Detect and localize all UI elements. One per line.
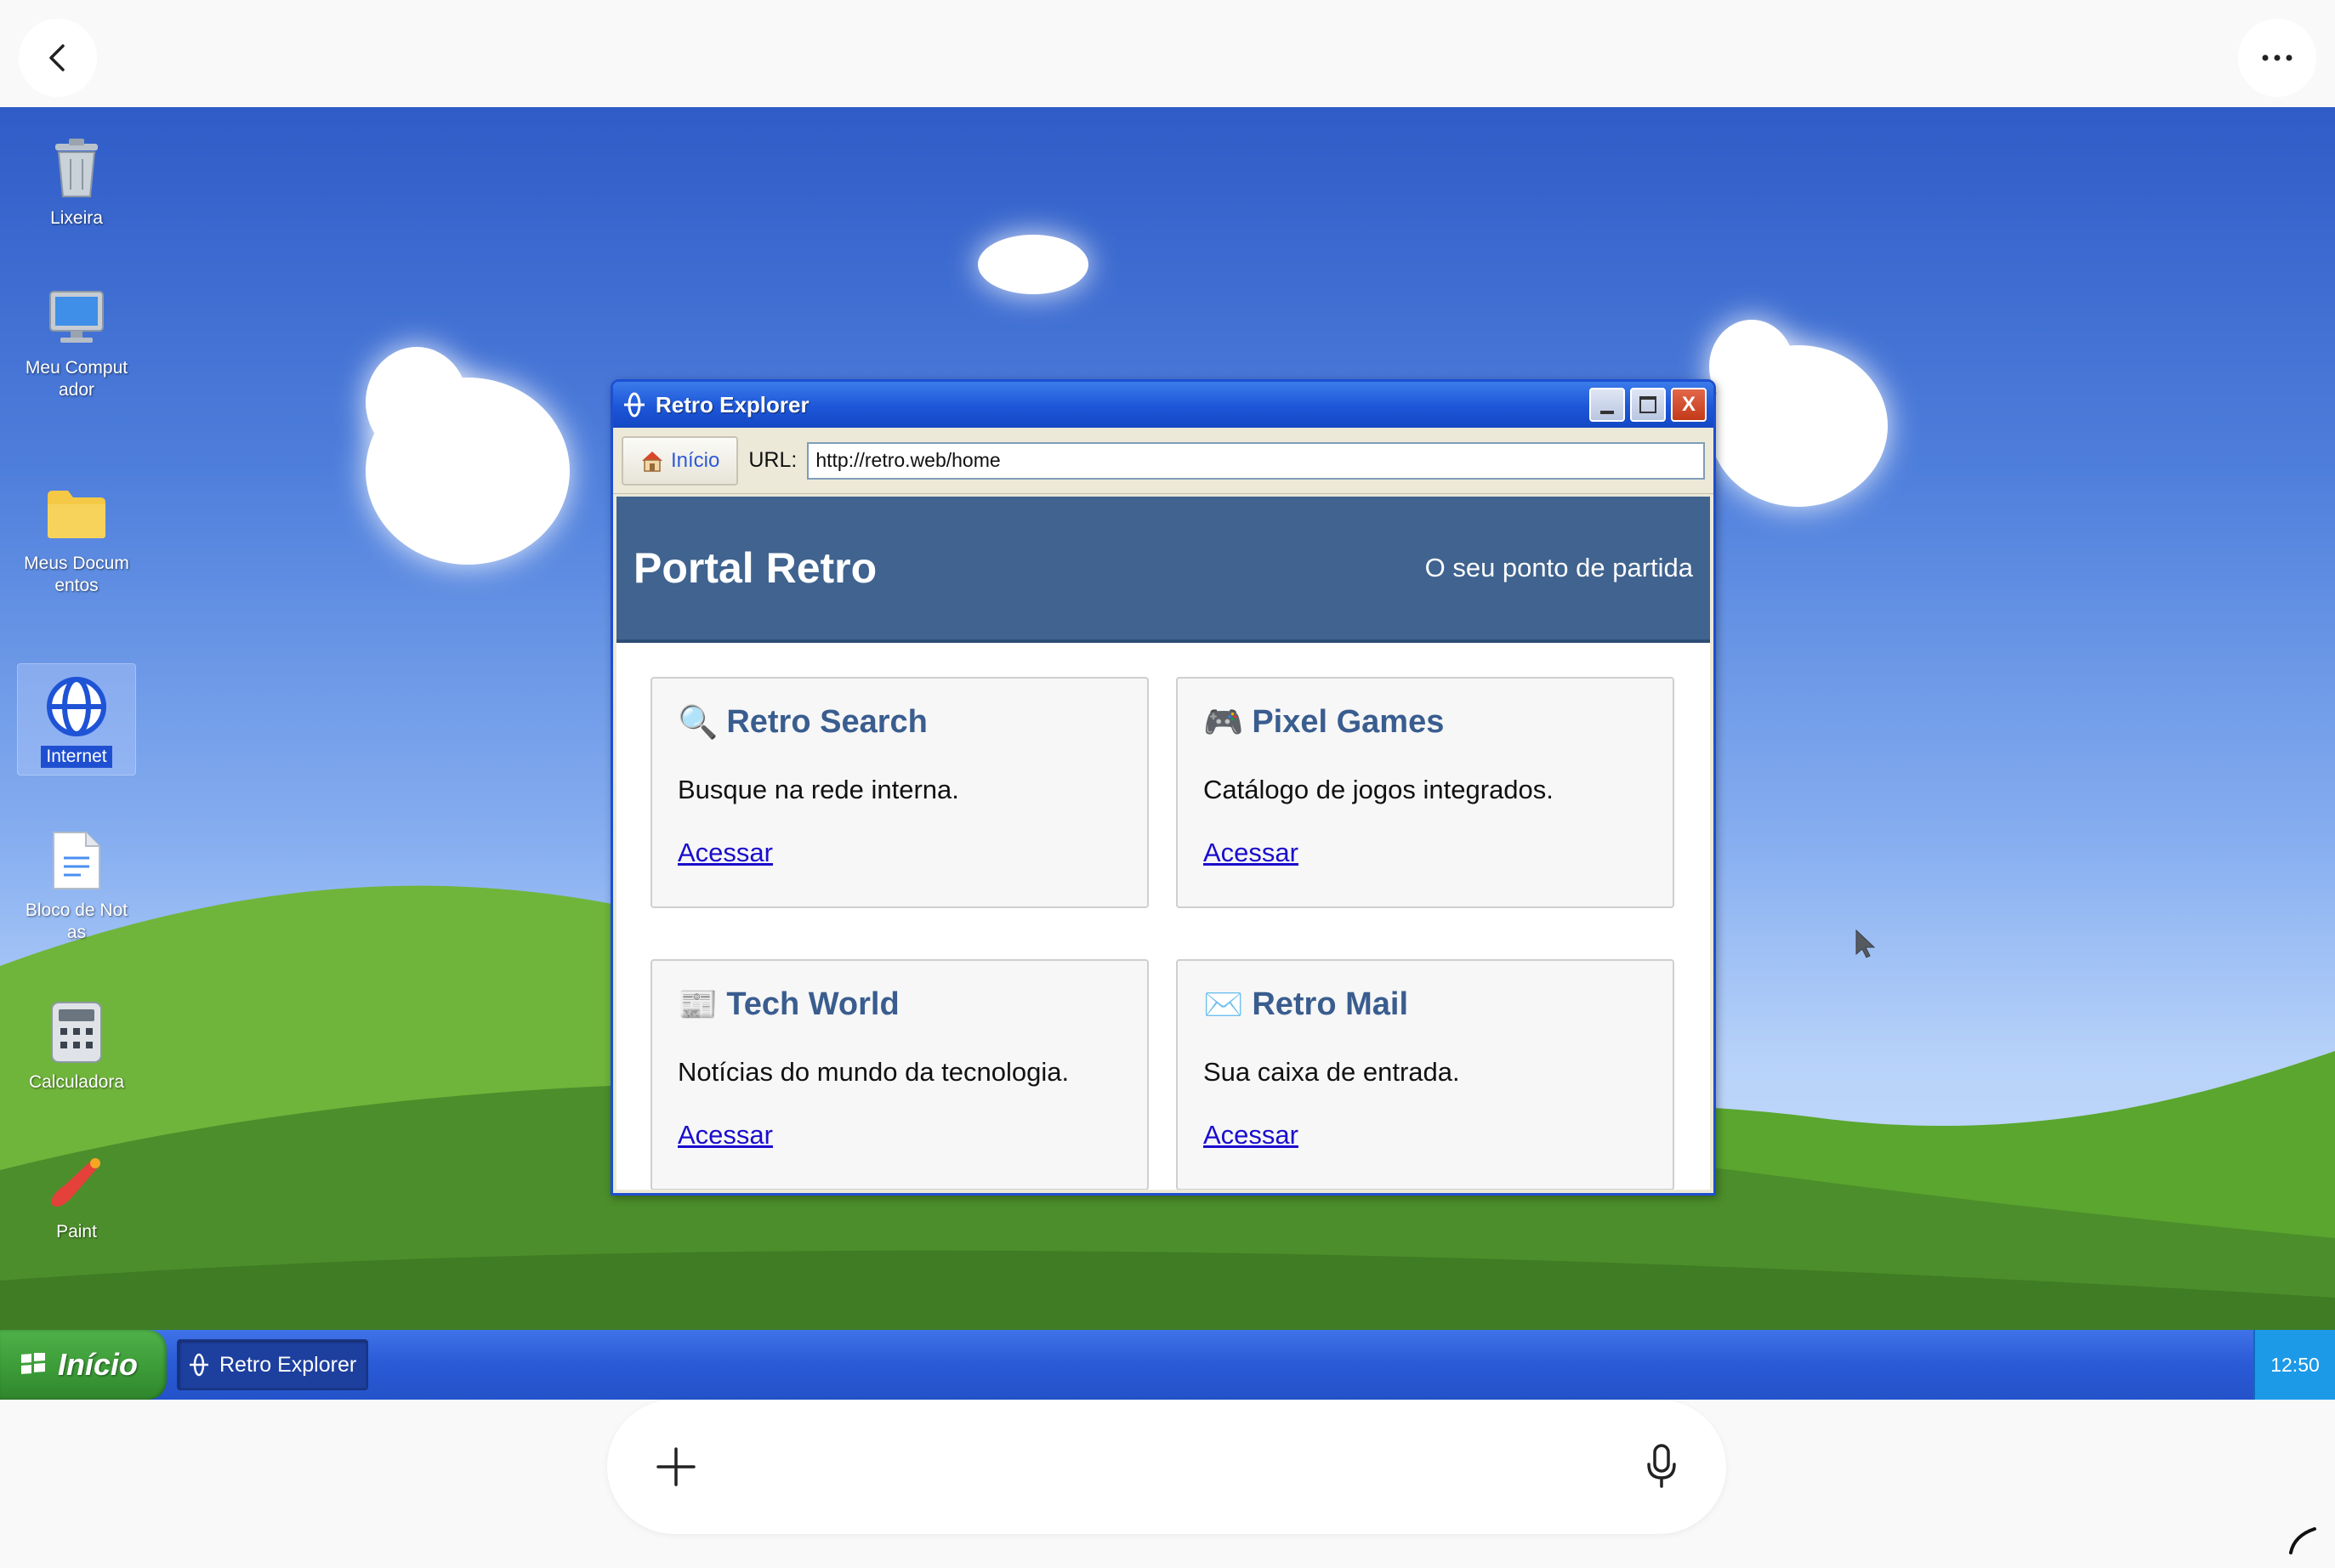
card-description: Notícias do mundo da tecnologia. <box>678 1057 1070 1087</box>
desktop-icon-meu-computador[interactable]: Meu Computador <box>17 284 136 401</box>
desktop-icon-internet[interactable]: Internet <box>17 663 136 775</box>
notepad-icon <box>43 827 111 895</box>
card-link-pixel-games[interactable]: Acessar <box>1203 838 1298 868</box>
url-input[interactable] <box>807 441 1705 480</box>
minimize-icon <box>1600 411 1614 414</box>
desktop-icon-label: Meus Documentos <box>24 554 129 595</box>
card-pixel-games: 🎮 Pixel Games Catálogo de jogos integrad… <box>1176 677 1674 908</box>
card-title: Retro Mail <box>1252 986 1409 1022</box>
system-clock: 12:50 <box>2253 1330 2335 1400</box>
cloud <box>366 347 468 457</box>
card-retro-mail: ✉️ Retro Mail Sua caixa de entrada. Aces… <box>1176 959 1674 1190</box>
folder-icon <box>43 480 111 548</box>
retro-explorer-window[interactable]: Retro Explorer X Início URL: Portal Retr… <box>611 379 1716 1196</box>
plus-icon[interactable] <box>653 1444 699 1490</box>
taskbar-item-label: Retro Explorer <box>219 1352 357 1377</box>
trash-icon <box>43 134 111 202</box>
home-button[interactable]: Início <box>622 435 739 486</box>
taskbar: Início Retro Explorer 12:50 <box>0 1330 2335 1400</box>
taskbar-item-retro-explorer[interactable]: Retro Explorer <box>177 1339 369 1390</box>
start-button[interactable]: Início <box>0 1330 167 1400</box>
more-horizontal-icon <box>2262 54 2292 61</box>
card-link-tech-world[interactable]: Acessar <box>678 1120 773 1150</box>
card-title: Tech World <box>726 986 900 1022</box>
desktop-icon-paint[interactable]: Paint <box>17 1148 136 1243</box>
page-banner: Portal Retro O seu ponto de partida <box>616 497 1710 643</box>
chevron-left-icon <box>49 44 65 71</box>
desktop-icon-label: Lixeira <box>50 208 103 228</box>
envelope-icon: ✉️ <box>1203 986 1244 1023</box>
back-button[interactable] <box>19 19 97 97</box>
web-page-content: Portal Retro O seu ponto de partida 🔍 Re… <box>616 497 1710 1190</box>
card-description: Busque na rede interna. <box>678 775 959 804</box>
card-tech-world: 📰 Tech World Notícias do mundo da tecnol… <box>651 959 1149 1190</box>
desktop-icon-bloco-de-notas[interactable]: Bloco de Notas <box>17 827 136 944</box>
desktop: Lixeira Meu Computador Meus Documentos I… <box>0 107 2335 1330</box>
url-label: URL: <box>748 448 798 472</box>
desktop-icon-label: Calculadora <box>28 1072 125 1092</box>
card-description: Catálogo de jogos integrados. <box>1203 775 1554 804</box>
home-icon <box>642 451 662 472</box>
desktop-icon-calculadora[interactable]: Calculadora <box>17 998 136 1094</box>
more-options-button[interactable] <box>2238 19 2316 97</box>
desktop-icon-label: Internet <box>41 746 112 768</box>
card-title: Retro Search <box>726 704 928 740</box>
page-title: Portal Retro <box>633 544 878 592</box>
page-slogan: O seu ponto de partida <box>1424 553 1693 582</box>
assistant-input-area <box>0 1400 2335 1568</box>
mouse-cursor-icon <box>1855 929 1876 958</box>
microphone-icon[interactable] <box>1645 1442 1679 1490</box>
desktop-icon-label: Bloco de Notas <box>25 900 128 942</box>
desktop-icon-lixeira[interactable]: Lixeira <box>17 134 136 230</box>
calculator-icon <box>43 998 111 1066</box>
desktop-icon-meus-documentos[interactable]: Meus Documentos <box>17 480 136 597</box>
cloud <box>978 235 1088 294</box>
internet-globe-icon <box>624 392 645 418</box>
card-link-retro-mail[interactable]: Acessar <box>1203 1120 1298 1150</box>
newspaper-icon: 📰 <box>678 986 719 1023</box>
computer-icon <box>43 284 111 352</box>
maximize-icon <box>1639 396 1656 413</box>
browser-toolbar: Início URL: <box>613 428 1713 494</box>
card-retro-search: 🔍 Retro Search Busque na rede interna. A… <box>651 677 1149 908</box>
card-title: Pixel Games <box>1252 704 1445 740</box>
service-cards: 🔍 Retro Search Busque na rede interna. A… <box>616 643 1710 1190</box>
loading-spinner-icon <box>2289 1527 2316 1554</box>
prompt-input-bar[interactable] <box>607 1400 1726 1534</box>
minimize-button[interactable] <box>1589 388 1625 422</box>
windows-logo-icon <box>21 1353 45 1374</box>
card-description: Sua caixa de entrada. <box>1203 1057 1460 1087</box>
window-titlebar[interactable]: Retro Explorer X <box>613 382 1713 428</box>
card-link-retro-search[interactable]: Acessar <box>678 838 773 868</box>
internet-globe-icon <box>190 1353 208 1377</box>
internet-globe-icon <box>43 673 111 741</box>
start-button-label: Início <box>58 1347 139 1382</box>
app-top-bar <box>0 0 2335 107</box>
cloud <box>1709 320 1794 413</box>
desktop-icon-label: Paint <box>56 1222 97 1241</box>
window-title: Retro Explorer <box>656 391 810 418</box>
search-icon: 🔍 <box>678 704 719 741</box>
desktop-icon-label: Meu Computador <box>25 358 128 400</box>
close-button[interactable]: X <box>1671 388 1707 422</box>
gamepad-icon: 🎮 <box>1203 704 1244 741</box>
home-button-label: Início <box>671 448 720 472</box>
maximize-button[interactable] <box>1630 388 1666 422</box>
paint-brush-icon <box>43 1148 111 1216</box>
